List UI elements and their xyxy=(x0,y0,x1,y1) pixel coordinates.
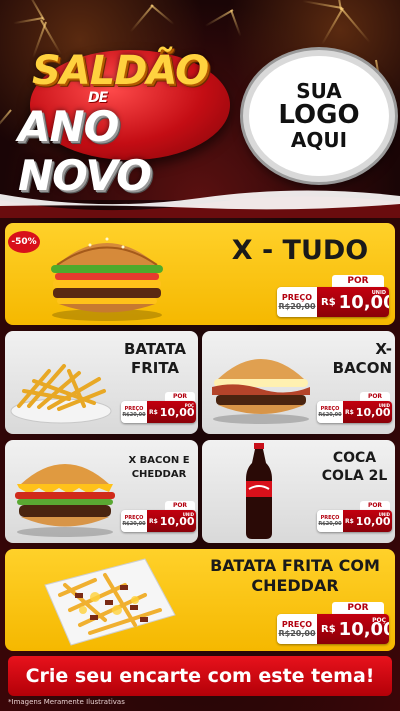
header-banner: SALDÃO DE ANO NOVO SUA LOGO AQUI xyxy=(0,0,400,200)
x-bacon-cheddar-name-1: X BACON E xyxy=(128,455,190,466)
coca-cola-old-price: R$20,00 xyxy=(318,521,342,527)
featured-currency: R$ xyxy=(321,296,336,308)
batata-cheddar-price-tag: PREÇO R$20,00 R$ 10,00 POÇ xyxy=(277,614,389,644)
product-card-x-bacon[interactable]: X- BACON POR PREÇO R$20,00 R$ 10,00 UNID xyxy=(202,331,395,434)
batata-frita-name-2: FRITA xyxy=(130,359,180,377)
coca-cola-name-2: COLA 2L xyxy=(321,468,388,484)
featured-preco-label: PREÇO xyxy=(281,293,313,302)
batata-frita-price-tag: PREÇO R$20,00 R$ 10,00 POÇ xyxy=(121,401,196,423)
featured-por-label: POR xyxy=(332,275,384,287)
x-bacon-name-1: X- xyxy=(375,340,392,358)
product-card-x-bacon-cheddar[interactable]: X BACON E CHEDDAR POR PREÇO R$20,00 R$ 1… xyxy=(5,440,198,543)
x-bacon-cheddar-unit: UNID xyxy=(182,512,194,517)
batata-cheddar-name-1: BATATA FRITA COM xyxy=(210,556,380,575)
disclaimer-text: *Imagens Meramente Ilustrativas xyxy=(8,698,125,706)
discount-badge: -50% xyxy=(8,231,40,253)
batata-frita-name-1: BATATA xyxy=(123,340,187,358)
x-bacon-cheddar-price-tag: PREÇO R$20,00 R$ 10,00 UNID xyxy=(121,510,196,532)
coca-cola-bottle-image xyxy=(246,443,272,539)
batata-cheddar-preco-label: PREÇO xyxy=(281,620,313,629)
x-bacon-cheddar-name-2: CHEDDAR xyxy=(131,469,187,480)
x-bacon-por-label: POR xyxy=(360,392,390,401)
featured-name: X - TUDO xyxy=(231,235,369,266)
x-bacon-currency: R$ xyxy=(345,408,354,416)
batata-frita-currency: R$ xyxy=(149,408,158,416)
x-bacon-image xyxy=(212,359,310,424)
sale-title: SALDÃO DE ANO NOVO xyxy=(10,40,235,200)
x-bacon-name-2: BACON xyxy=(332,359,392,377)
logo-text-3: AQUI xyxy=(290,127,348,152)
coca-cola-price-tag: PREÇO R$20,00 R$ 10,00 UNID xyxy=(317,510,392,532)
coca-cola-por-label: POR xyxy=(360,501,390,510)
logo-placeholder[interactable]: SUA LOGO AQUI xyxy=(243,50,395,182)
featured-card[interactable]: X - TUDO POR PREÇO R$20,00 R$ 10,00 UNID xyxy=(5,223,395,325)
coca-cola-name-1: COCA xyxy=(332,450,377,466)
title-line-1: SALDÃO xyxy=(32,48,209,94)
burger-image xyxy=(51,237,163,321)
cta-banner[interactable]: Crie seu encarte com este tema! xyxy=(8,656,392,696)
featured-price-tag: PREÇO R$20,00 R$ 10,00 UNID xyxy=(277,287,389,317)
x-bacon-cheddar-por-label: POR xyxy=(165,501,195,510)
batata-cheddar-por-label: POR xyxy=(332,602,384,614)
cta-text: Crie seu encarte com este tema! xyxy=(25,665,375,687)
featured-unit: UNID xyxy=(371,290,386,296)
x-bacon-cheddar-currency: R$ xyxy=(149,517,158,525)
batata-cheddar-currency: R$ xyxy=(321,623,336,635)
x-bacon-unit: UNID xyxy=(378,403,390,408)
batata-frita-old-price: R$20,00 xyxy=(122,412,146,418)
title-line-3: ANO NOVO xyxy=(18,102,152,200)
product-card-coca-cola[interactable]: COCA COLA 2L POR PREÇO R$20,00 R$ 10,00 … xyxy=(202,440,395,543)
product-card-batata-frita[interactable]: BATATA FRITA POR PREÇO R$20,00 R$ 10,00 … xyxy=(5,331,198,434)
fries-image xyxy=(10,364,112,424)
featured-old-price: R$20,00 xyxy=(278,302,316,311)
batata-cheddar-old-price: R$20,00 xyxy=(278,629,316,638)
logo-text-1: SUA xyxy=(296,79,342,104)
batata-frita-por-label: POR xyxy=(165,392,195,401)
coca-cola-unit: UNID xyxy=(378,512,390,517)
x-bacon-old-price: R$20,00 xyxy=(318,412,342,418)
coca-cola-currency: R$ xyxy=(345,517,354,525)
flyer-page: SALDÃO DE ANO NOVO SUA LOGO AQUI X - TUD… xyxy=(0,0,400,711)
product-card-batata-cheddar[interactable]: BATATA FRITA COM CHEDDAR POR PREÇO R$20,… xyxy=(5,549,395,651)
batata-cheddar-image xyxy=(44,558,176,646)
batata-cheddar-unit: POÇ xyxy=(372,617,386,624)
batata-frita-unit: POÇ xyxy=(184,403,194,408)
batata-cheddar-name-2: CHEDDAR xyxy=(251,576,339,595)
header-wave-divider xyxy=(0,190,400,218)
x-bacon-cheddar-old-price: R$20,00 xyxy=(122,521,146,527)
x-bacon-cheddar-image xyxy=(15,464,115,537)
x-bacon-price-tag: PREÇO R$20,00 R$ 10,00 UNID xyxy=(317,401,392,423)
logo-text-2: LOGO xyxy=(278,100,360,131)
